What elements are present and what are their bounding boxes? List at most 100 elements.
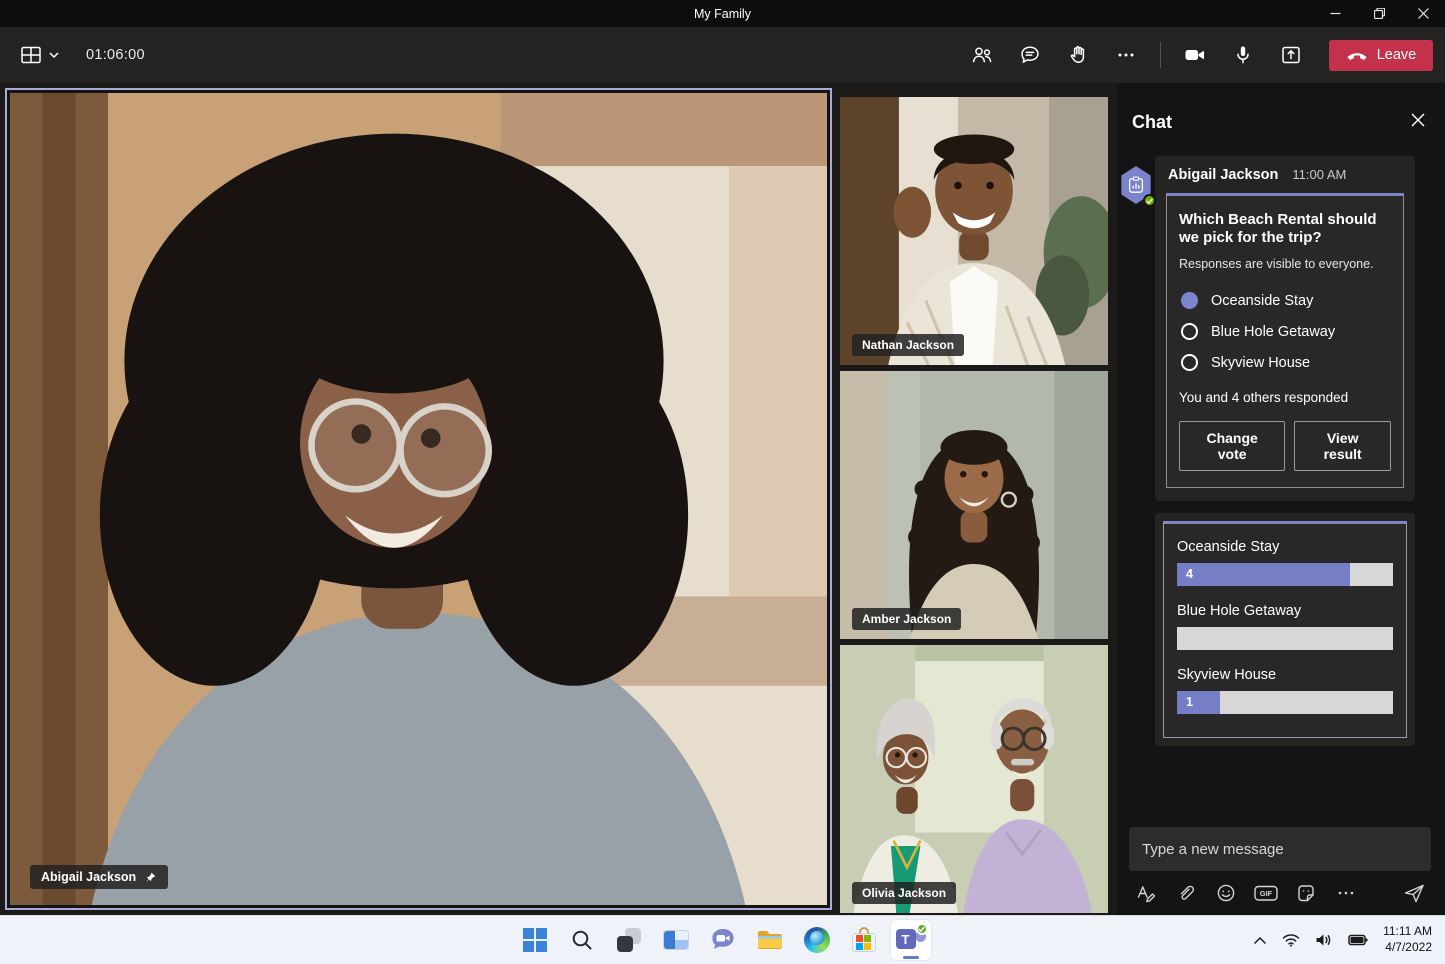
poll-card: Which Beach Rental should we pick for th…: [1166, 193, 1404, 488]
participant-name-tag: Abigail Jackson: [30, 865, 168, 889]
poll-clipboard-icon: [1128, 176, 1144, 194]
call-toolbar: 01:06:00: [0, 27, 1445, 83]
poll-subtext: Responses are visible to everyone.: [1179, 257, 1391, 271]
video-tile-amber[interactable]: Amber Jackson: [840, 371, 1108, 639]
change-vote-button[interactable]: Change vote: [1179, 421, 1285, 471]
result-label: Blue Hole Getaway: [1177, 603, 1393, 619]
teams-check-badge: [916, 923, 928, 935]
chat-header: Chat: [1117, 83, 1445, 144]
tray-chevron-up-icon[interactable]: [1253, 936, 1267, 945]
olivia-portrait: [840, 645, 1108, 913]
radio-selected-icon: [1181, 292, 1198, 309]
chat-messages: Abigail Jackson 11:00 AM Which Beach Ren…: [1117, 144, 1445, 821]
microphone-button[interactable]: [1219, 35, 1267, 75]
store-button[interactable]: [844, 920, 884, 960]
battery-icon[interactable]: [1348, 934, 1368, 946]
ellipsis-icon: [1335, 882, 1357, 904]
result-bar: 4: [1177, 563, 1393, 586]
poll-option-oceanside[interactable]: Oceanside Stay: [1179, 285, 1391, 316]
poll-option-skyview[interactable]: Skyview House: [1179, 347, 1391, 378]
message-sender: Abigail Jackson: [1168, 167, 1278, 183]
compose-more-button[interactable]: [1331, 881, 1361, 905]
ellipsis-icon: [1114, 43, 1138, 67]
chat-close-button[interactable]: [1407, 109, 1429, 136]
camera-button[interactable]: [1171, 35, 1219, 75]
windows-taskbar: T 11:11 AM: [0, 915, 1445, 964]
poll-question: Which Beach Rental should we pick for th…: [1179, 211, 1391, 246]
attach-button[interactable]: [1171, 881, 1201, 905]
chat-toggle-button[interactable]: [1006, 35, 1054, 75]
sticker-icon: [1295, 882, 1317, 904]
chat-bubble-icon: [1018, 43, 1042, 67]
participant-name-tag: Nathan Jackson: [852, 334, 964, 356]
video-tile-olivia[interactable]: Olivia Jackson: [840, 645, 1108, 913]
chat-panel: Chat: [1117, 83, 1445, 915]
format-button[interactable]: [1131, 881, 1161, 905]
system-tray: 11:11 AM 4/7/2022: [1253, 924, 1445, 955]
file-explorer-icon: [756, 927, 784, 953]
teams-app-button[interactable]: T: [891, 920, 931, 960]
widgets-icon: [663, 930, 689, 950]
tray-date: 4/7/2022: [1383, 940, 1432, 956]
emoji-button[interactable]: [1211, 881, 1241, 905]
result-oceanside: Oceanside Stay 4: [1177, 539, 1393, 586]
poll-results-card: Oceanside Stay 4 Blue Hole Getaway: [1163, 521, 1407, 738]
participant-name: Abigail Jackson: [41, 870, 136, 884]
avatar-column: [1119, 156, 1155, 746]
poll-option-blue-hole[interactable]: Blue Hole Getaway: [1179, 316, 1391, 347]
compose-area: GIF: [1117, 821, 1445, 915]
poll-message: Abigail Jackson 11:00 AM Which Beach Ren…: [1119, 156, 1429, 746]
task-view-icon: [616, 927, 642, 953]
side-video-column: Nathan Jackson: [840, 97, 1108, 913]
result-count: 4: [1177, 563, 1350, 586]
hang-up-icon: [1346, 49, 1368, 61]
microsoft-store-icon: [851, 927, 877, 953]
video-tile-abigail[interactable]: Abigail Jackson: [5, 88, 832, 910]
start-button[interactable]: [515, 920, 555, 960]
share-screen-icon: [1279, 43, 1303, 67]
nathan-portrait: [840, 97, 1108, 365]
pin-icon: [144, 871, 157, 884]
format-text-icon: [1135, 882, 1157, 904]
titlebar: My Family: [0, 0, 1445, 27]
meeting-stage: Abigail Jackson: [0, 83, 1445, 915]
message-input[interactable]: [1129, 827, 1431, 871]
gallery-layout-button[interactable]: [14, 39, 64, 71]
more-options-button[interactable]: [1102, 35, 1150, 75]
task-view-button[interactable]: [609, 920, 649, 960]
search-button[interactable]: [562, 920, 602, 960]
chat-title: Chat: [1132, 112, 1172, 133]
share-screen-button[interactable]: [1267, 35, 1315, 75]
gif-icon: GIF: [1253, 882, 1279, 904]
widgets-button[interactable]: [656, 920, 696, 960]
taskbar-app-icons: T: [515, 916, 931, 964]
wifi-icon[interactable]: [1282, 933, 1300, 947]
volume-icon[interactable]: [1315, 933, 1333, 947]
radio-icon: [1181, 323, 1198, 340]
send-icon: [1402, 882, 1426, 904]
poll-options: Oceanside Stay Blue Hole Getaway Skyview…: [1179, 285, 1391, 378]
teams-chat-button[interactable]: [703, 920, 743, 960]
radio-icon: [1181, 354, 1198, 371]
leave-button[interactable]: Leave: [1329, 40, 1433, 71]
result-skyview: Skyview House 1: [1177, 667, 1393, 714]
close-icon: [1411, 113, 1425, 127]
gif-button[interactable]: GIF: [1251, 881, 1281, 905]
file-explorer-button[interactable]: [750, 920, 790, 960]
sticker-button[interactable]: [1291, 881, 1321, 905]
edge-button[interactable]: [797, 920, 837, 960]
raise-hand-button[interactable]: [1054, 35, 1102, 75]
teams-chat-icon: [709, 926, 737, 954]
poll-option-label: Oceanside Stay: [1211, 293, 1313, 309]
amber-portrait: [840, 371, 1108, 639]
result-bar: [1177, 627, 1393, 650]
camera-icon: [1183, 43, 1207, 67]
video-tile-nathan[interactable]: Nathan Jackson: [840, 97, 1108, 365]
video-grid: Abigail Jackson: [0, 83, 1117, 915]
taskbar-clock[interactable]: 11:11 AM 4/7/2022: [1383, 924, 1432, 955]
send-button[interactable]: [1399, 881, 1429, 905]
view-result-button[interactable]: View result: [1294, 421, 1391, 471]
result-blue-hole: Blue Hole Getaway: [1177, 603, 1393, 650]
participants-button[interactable]: [958, 35, 1006, 75]
window-title: My Family: [0, 7, 1445, 21]
